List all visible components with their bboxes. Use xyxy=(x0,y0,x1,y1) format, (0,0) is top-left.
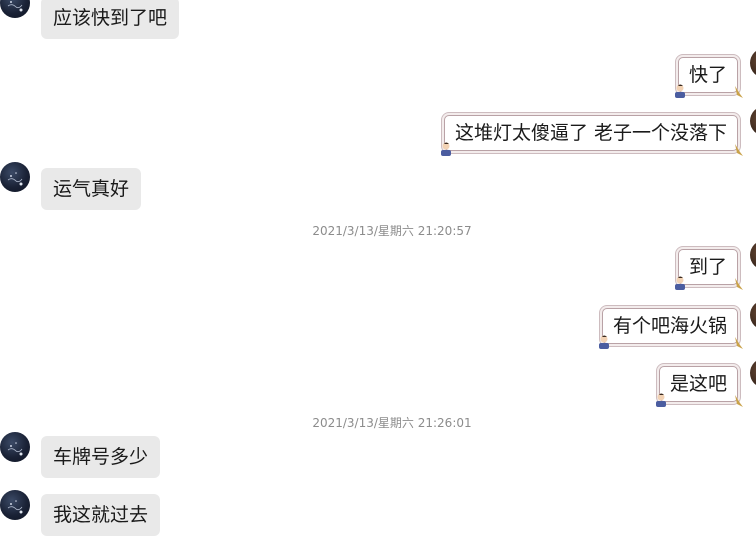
contact-avatar[interactable] xyxy=(0,490,30,520)
incoming-message-bubble[interactable]: 我这就过去 xyxy=(41,494,161,536)
contact-avatar-icon xyxy=(7,1,23,12)
message-text: 运气真好 xyxy=(53,178,130,200)
outgoing-message-bubble[interactable]: 是这吧 xyxy=(655,366,743,407)
message-text: 车牌号多少 xyxy=(53,446,149,468)
self-avatar[interactable] xyxy=(750,48,756,78)
bubble-tail-icon xyxy=(735,337,743,349)
message-text: 应该快到了吧 xyxy=(53,7,168,29)
contact-avatar[interactable] xyxy=(0,0,30,18)
outgoing-message-bubble[interactable]: 快了 xyxy=(674,57,743,98)
user-badge-icon xyxy=(674,276,685,290)
message-text: 是这吧 xyxy=(669,373,727,395)
self-avatar[interactable] xyxy=(750,358,756,388)
bubble-tail-icon xyxy=(735,278,743,290)
chat-message-list[interactable]: 应该快到了吧 快了 这堆灯太傻逼了 老子一个没落下 运气真好 2021/3/13… xyxy=(0,0,756,537)
message-timestamp: 2021/3/13/星期六 21:26:01 xyxy=(312,416,472,430)
outgoing-message-bubble[interactable]: 这堆灯太傻逼了 老子一个没落下 xyxy=(440,115,743,156)
message-text: 有个吧海火锅 xyxy=(612,315,727,337)
incoming-message-bubble[interactable]: 车牌号多少 xyxy=(41,436,161,478)
contact-avatar-icon xyxy=(7,442,23,456)
contact-avatar-icon xyxy=(7,172,23,186)
self-avatar[interactable] xyxy=(750,240,756,270)
message-text: 这堆灯太傻逼了 老子一个没落下 xyxy=(454,122,727,144)
contact-avatar[interactable] xyxy=(0,432,30,462)
bubble-tail-icon xyxy=(735,86,743,98)
self-avatar[interactable] xyxy=(750,106,756,136)
user-badge-icon xyxy=(655,393,666,407)
contact-avatar[interactable] xyxy=(0,162,30,192)
outgoing-message-bubble[interactable]: 有个吧海火锅 xyxy=(598,308,743,349)
self-avatar[interactable] xyxy=(750,300,756,330)
outgoing-message-bubble[interactable]: 到了 xyxy=(674,249,743,290)
bubble-tail-icon xyxy=(735,395,743,407)
message-text: 快了 xyxy=(688,64,727,86)
user-badge-icon xyxy=(674,84,685,98)
message-text: 我这就过去 xyxy=(53,504,149,526)
message-timestamp: 2021/3/13/星期六 21:20:57 xyxy=(312,224,472,238)
bubble-tail-icon xyxy=(735,144,743,156)
contact-avatar-icon xyxy=(7,500,23,514)
user-badge-icon xyxy=(440,142,451,156)
incoming-message-bubble[interactable]: 运气真好 xyxy=(41,168,142,210)
message-text: 到了 xyxy=(688,256,727,278)
incoming-message-bubble[interactable]: 应该快到了吧 xyxy=(41,0,180,39)
user-badge-icon xyxy=(598,335,609,349)
